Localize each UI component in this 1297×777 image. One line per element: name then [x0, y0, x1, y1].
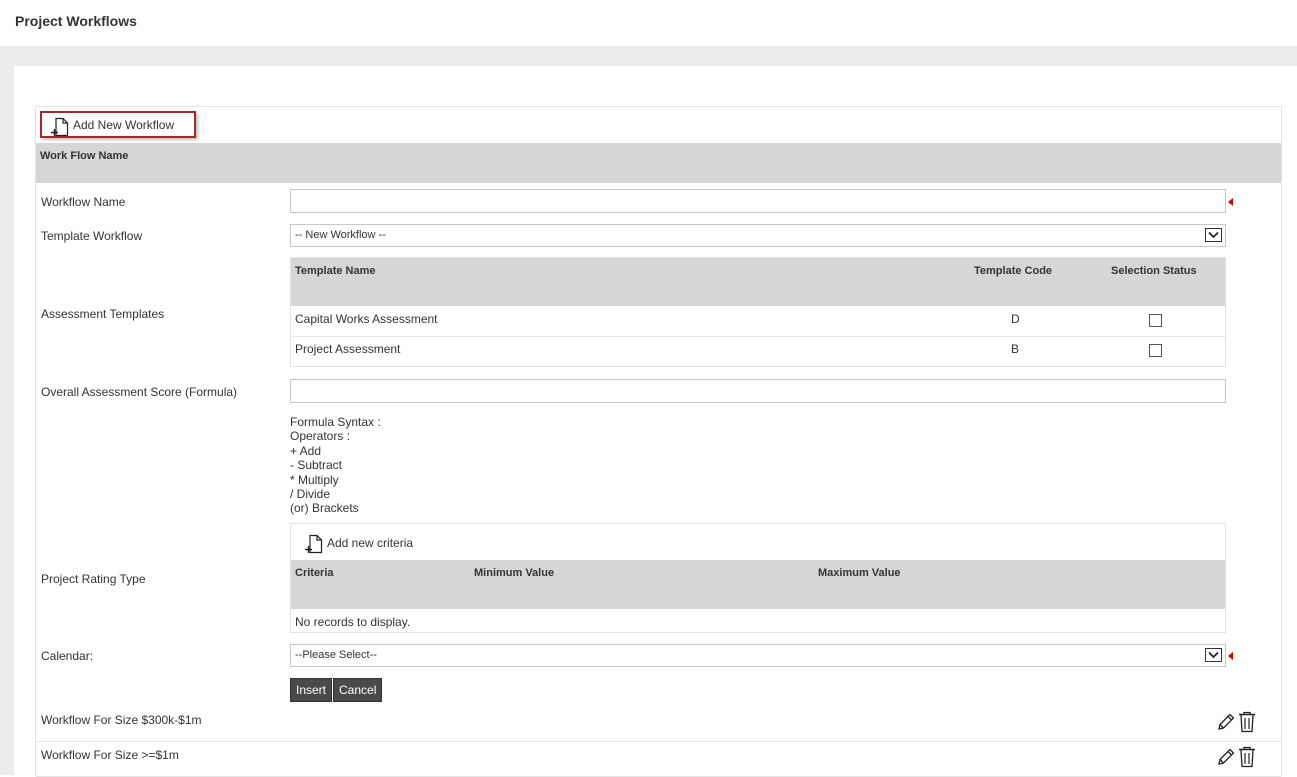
trash-icon[interactable] [1238, 746, 1256, 768]
workflow-name: Workflow For Size >=$1m [41, 748, 179, 762]
trash-icon[interactable] [1238, 711, 1256, 733]
add-new-workflow-label: Add New Workflow [73, 118, 175, 132]
column-header-selection-status: Selection Status [1111, 265, 1197, 277]
criteria-table-header: Criteria Minimum Value Maximum Value [291, 560, 1225, 609]
calendar-label: Calendar: [41, 649, 94, 663]
template-name-cell: Project Assessment [295, 342, 401, 356]
formula-syntax-line: (or) Brackets [290, 501, 359, 516]
no-records-message: No records to display. [295, 615, 411, 629]
template-code-cell: D [1011, 312, 1020, 326]
workflow-row: Workflow For Size >=$1m [36, 742, 1281, 777]
workflow-name: Workflow For Size $300k-$1m [41, 713, 202, 727]
chevron-down-icon[interactable] [1205, 648, 1222, 662]
formula-syntax-line: / Divide [290, 487, 331, 502]
formula-syntax-line: Formula Syntax : [290, 415, 381, 429]
chevron-down-icon[interactable] [1205, 228, 1222, 242]
main-panel: Add New Workflow Work Flow Name Workflow… [14, 66, 1297, 777]
column-header-maximum-value: Maximum Value [818, 567, 901, 579]
page-header: Project Workflows [0, 0, 1297, 46]
add-new-workflow-button[interactable]: Add New Workflow [40, 111, 196, 138]
template-name-cell: Capital Works Assessment [295, 312, 438, 326]
workflow-name-label: Workflow Name [41, 195, 126, 209]
template-workflow-label: Template Workflow [41, 229, 143, 243]
assessment-templates-label: Assessment Templates [41, 307, 165, 321]
add-new-criteria-button[interactable]: Add new criteria [305, 534, 435, 554]
column-header-template-name: Template Name [295, 265, 376, 277]
project-rating-type-label: Project Rating Type [41, 572, 146, 586]
templates-table-header: Template Name Template Code Selection St… [291, 258, 1225, 306]
template-workflow-value: -- New Workflow -- [295, 229, 386, 241]
workflow-grid: Add New Workflow Work Flow Name Workflow… [35, 106, 1282, 777]
required-indicator [1228, 652, 1233, 660]
formula-syntax-help: Formula Syntax : Operators : + Add - Sub… [290, 415, 381, 516]
column-header-criteria: Criteria [295, 567, 334, 579]
pencil-icon[interactable] [1216, 712, 1236, 732]
formula-syntax-line: + Add [290, 443, 322, 458]
calendar-value: --Please Select-- [295, 649, 377, 661]
overall-score-label: Overall Assessment Score (Formula) [41, 385, 238, 399]
template-workflow-select[interactable]: -- New Workflow -- [290, 224, 1226, 247]
workflow-name-input[interactable] [290, 189, 1226, 213]
insert-button[interactable]: Insert [290, 678, 333, 702]
criteria-table: Add new criteria Criteria Minimum Value … [290, 523, 1226, 633]
formula-syntax-line: Operators : [290, 429, 351, 444]
new-document-icon [51, 117, 70, 140]
formula-syntax-line: - Subtract [290, 458, 343, 473]
column-header-minimum-value: Minimum Value [474, 567, 555, 579]
formula-syntax-line: * Multiply [290, 472, 339, 487]
table-row: Project Assessment B [291, 336, 1225, 367]
calendar-select[interactable]: --Please Select-- [290, 644, 1226, 667]
assessment-templates-table: Template Name Template Code Selection St… [290, 257, 1226, 367]
pencil-icon[interactable] [1216, 747, 1236, 767]
overall-score-input[interactable] [290, 379, 1226, 403]
workflow-row: Workflow For Size $300k-$1m [36, 707, 1281, 742]
selection-checkbox[interactable] [1149, 314, 1162, 327]
page-title: Project Workflows [15, 13, 137, 29]
cancel-button[interactable]: Cancel [333, 678, 383, 702]
column-header-template-code: Template Code [974, 265, 1053, 277]
new-document-icon [305, 534, 324, 557]
required-indicator [1228, 198, 1233, 206]
column-header-workflow-name: Work Flow Name [40, 150, 129, 162]
selection-checkbox[interactable] [1149, 344, 1162, 357]
table-row: Capital Works Assessment D [291, 306, 1225, 337]
template-code-cell: B [1011, 342, 1020, 356]
add-new-criteria-label: Add new criteria [327, 536, 414, 550]
grid-header: Work Flow Name [36, 143, 1281, 183]
